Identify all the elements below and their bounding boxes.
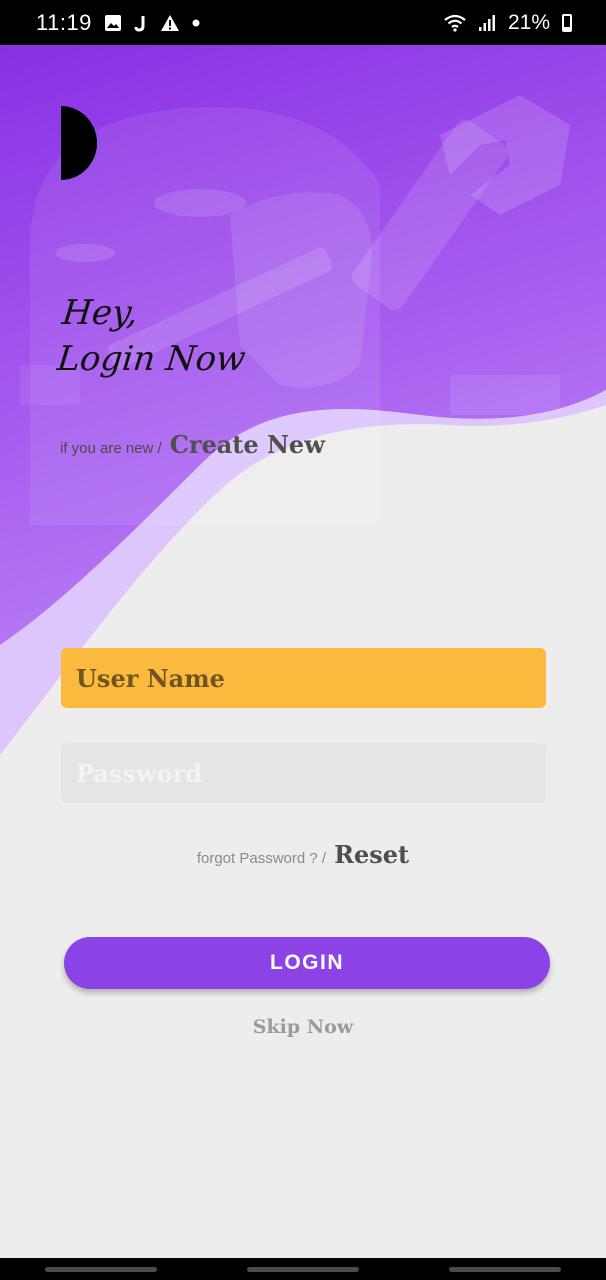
- status-time: 11:19: [36, 9, 92, 35]
- warning-icon: [160, 14, 180, 32]
- signup-prefix: if you are new /: [60, 440, 162, 457]
- nav-home-button[interactable]: [247, 1266, 359, 1272]
- signal-icon: [478, 14, 496, 32]
- nav-back-button[interactable]: [449, 1266, 561, 1272]
- forgot-prefix: forgot Password ? /: [196, 850, 327, 867]
- greeting-heading: Hey, Login Now: [55, 290, 252, 382]
- battery-percent: 21%: [507, 10, 550, 34]
- login-button[interactable]: LOGIN: [64, 937, 550, 989]
- signup-row: if you are new / Create New: [60, 430, 325, 459]
- greeting-line-2: Login Now: [55, 339, 248, 379]
- forgot-password-row: forgot Password ? / Reset: [0, 840, 606, 869]
- login-button-label: LOGIN: [270, 951, 344, 974]
- app-logo: [61, 106, 97, 180]
- dot-icon: [192, 19, 200, 27]
- create-new-link[interactable]: Create New: [170, 430, 325, 459]
- j-app-icon: [134, 14, 148, 32]
- status-bar: 11:19 21%: [0, 0, 606, 45]
- image-icon: [104, 14, 122, 32]
- greeting-line-1: Hey,: [60, 293, 140, 333]
- battery-icon: [562, 13, 572, 32]
- password-input[interactable]: Password: [61, 743, 546, 803]
- wifi-icon: [444, 14, 466, 32]
- skip-now-link[interactable]: Skip Now: [0, 1016, 606, 1038]
- password-placeholder: Password: [76, 758, 203, 788]
- reset-link[interactable]: Reset: [334, 840, 409, 869]
- status-left: 11:19: [36, 10, 200, 36]
- nav-recent-button[interactable]: [45, 1266, 157, 1272]
- username-input[interactable]: User Name: [61, 648, 546, 708]
- status-right: 21%: [444, 11, 572, 35]
- navigation-bar: [0, 1258, 606, 1280]
- username-placeholder: User Name: [76, 663, 225, 693]
